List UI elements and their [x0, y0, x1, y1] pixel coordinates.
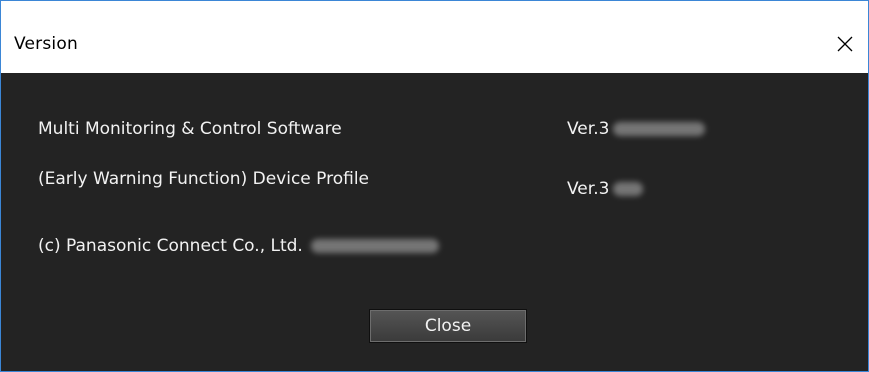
version-dialog: Version Multi Monitoring & Control Softw…: [0, 0, 869, 372]
close-button[interactable]: Close: [369, 309, 527, 343]
window-close-button[interactable]: [822, 21, 868, 67]
title-bar: Version: [1, 1, 868, 73]
redacted-product-version: [613, 122, 706, 136]
profile-name: (Early Warning Function) Device Profile: [38, 169, 370, 189]
product-version: Ver.3: [567, 119, 706, 139]
redacted-profile-version: [613, 182, 644, 196]
close-icon: [837, 36, 853, 52]
redacted-copyright-years: [310, 239, 439, 253]
copyright: (c) Panasonic Connect Co., Ltd.: [38, 236, 439, 256]
profile-version-prefix: Ver.3: [567, 179, 610, 199]
product-name: Multi Monitoring & Control Software: [38, 119, 342, 139]
copyright-text: (c) Panasonic Connect Co., Ltd.: [38, 236, 303, 256]
product-version-prefix: Ver.3: [567, 119, 610, 139]
profile-version: Ver.3: [567, 179, 644, 199]
window-title: Version: [14, 34, 78, 54]
